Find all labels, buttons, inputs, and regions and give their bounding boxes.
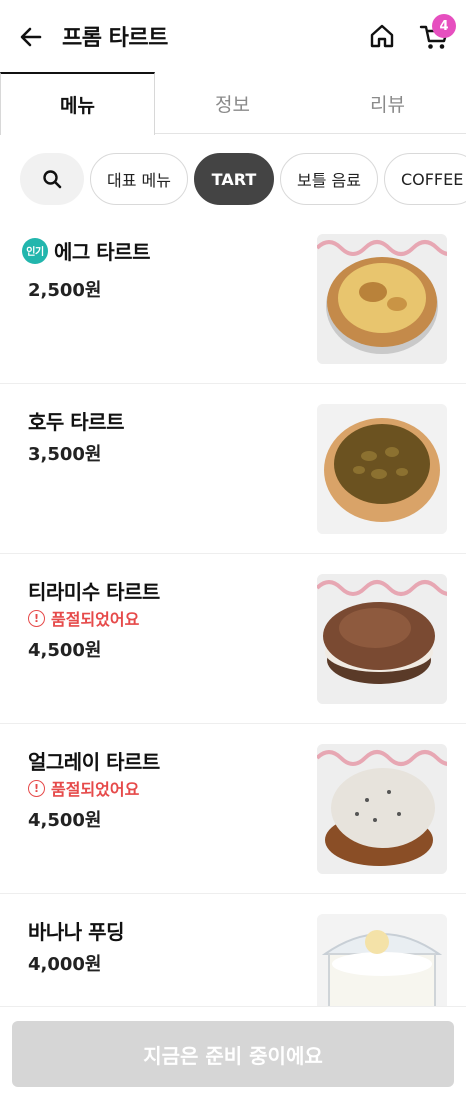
bottom-bar: 지금은 준비 중이에요 <box>0 1006 466 1099</box>
menu-item-name-row: 인기 에그 타르트 <box>22 236 150 265</box>
menu-item-photo <box>317 574 447 704</box>
menu-item-name: 바나나 푸딩 <box>28 920 124 944</box>
tab-label: 정보 <box>215 93 250 116</box>
category-chip-coffee[interactable]: COFFEE <box>383 153 466 205</box>
soldout-notice: ! 품절되었어요 <box>28 776 139 800</box>
tab-menu[interactable]: 메뉴 <box>0 72 155 135</box>
menu-item-name-row: 얼그레이 타르트 <box>28 746 160 775</box>
menu-item-tiramisu-tart[interactable]: 티라미수 타르트 ! 품절되었어요 4,500원 <box>0 554 466 724</box>
search-icon <box>43 170 62 189</box>
menu-item-photo <box>317 404 447 534</box>
menu-item-name: 에그 타르트 <box>54 240 150 264</box>
menu-item-price: 4,500원 <box>28 810 102 831</box>
chip-label: TART <box>211 169 257 189</box>
category-chips: 대표 메뉴 TART 보틀 음료 COFFEE <box>20 153 466 207</box>
tab-bar: 메뉴 정보 리뷰 <box>0 72 466 135</box>
menu-item-price: 4,000원 <box>28 954 102 975</box>
category-chip-featured[interactable]: 대표 메뉴 <box>90 153 188 205</box>
app-header: 프롬 타르트 4 <box>0 0 466 72</box>
soldout-label: 품절되었어요 <box>51 780 140 799</box>
chip-label: 보틀 음료 <box>296 171 361 190</box>
chip-label: 대표 메뉴 <box>107 171 171 190</box>
search-button[interactable] <box>20 153 84 205</box>
back-button[interactable] <box>16 22 46 52</box>
alert-icon: ! <box>28 779 45 797</box>
tab-label: 메뉴 <box>60 95 95 117</box>
menu-item-name: 호두 타르트 <box>28 410 124 434</box>
menu-item-name-row: 호두 타르트 <box>28 406 124 435</box>
menu-item-earl-grey-tart[interactable]: 얼그레이 타르트 ! 품절되었어요 4,500원 <box>0 724 466 894</box>
menu-item-egg-tart[interactable]: 인기 에그 타르트 2,500원 <box>0 214 466 384</box>
menu-item-price: 3,500원 <box>28 444 102 465</box>
tab-info[interactable]: 정보 <box>155 72 310 134</box>
cart-count-badge: 4 <box>432 14 456 38</box>
alert-icon: ! <box>28 609 45 627</box>
menu-item-name: 얼그레이 타르트 <box>28 750 160 774</box>
menu-list: 인기 에그 타르트 2,500원 호두 타르트 3,500원 티라미수 타르트 … <box>0 214 466 1064</box>
tab-reviews[interactable]: 리뷰 <box>310 72 465 134</box>
menu-item-walnut-tart[interactable]: 호두 타르트 3,500원 <box>0 384 466 554</box>
home-button[interactable] <box>366 20 398 52</box>
page-title: 프롬 타르트 <box>62 26 168 51</box>
menu-item-photo <box>317 234 447 364</box>
menu-item-name-row: 티라미수 타르트 <box>28 576 160 605</box>
menu-item-name: 티라미수 타르트 <box>28 580 160 604</box>
menu-item-price: 2,500원 <box>28 280 102 301</box>
category-chip-bottle-drinks[interactable]: 보틀 음료 <box>279 153 378 205</box>
menu-item-price: 4,500원 <box>28 640 102 661</box>
tab-label: 리뷰 <box>370 93 405 116</box>
soldout-label: 품절되었어요 <box>51 610 140 629</box>
category-chip-tart[interactable]: TART <box>193 153 274 205</box>
menu-item-photo <box>317 744 447 874</box>
popular-badge: 인기 <box>22 237 48 264</box>
soldout-notice: ! 품절되었어요 <box>28 606 139 630</box>
home-icon <box>370 24 394 48</box>
menu-item-name-row: 바나나 푸딩 <box>28 916 124 945</box>
chip-label: COFFEE <box>400 169 464 189</box>
arrow-left-icon <box>20 27 42 47</box>
order-button[interactable]: 지금은 준비 중이에요 <box>12 1021 454 1087</box>
